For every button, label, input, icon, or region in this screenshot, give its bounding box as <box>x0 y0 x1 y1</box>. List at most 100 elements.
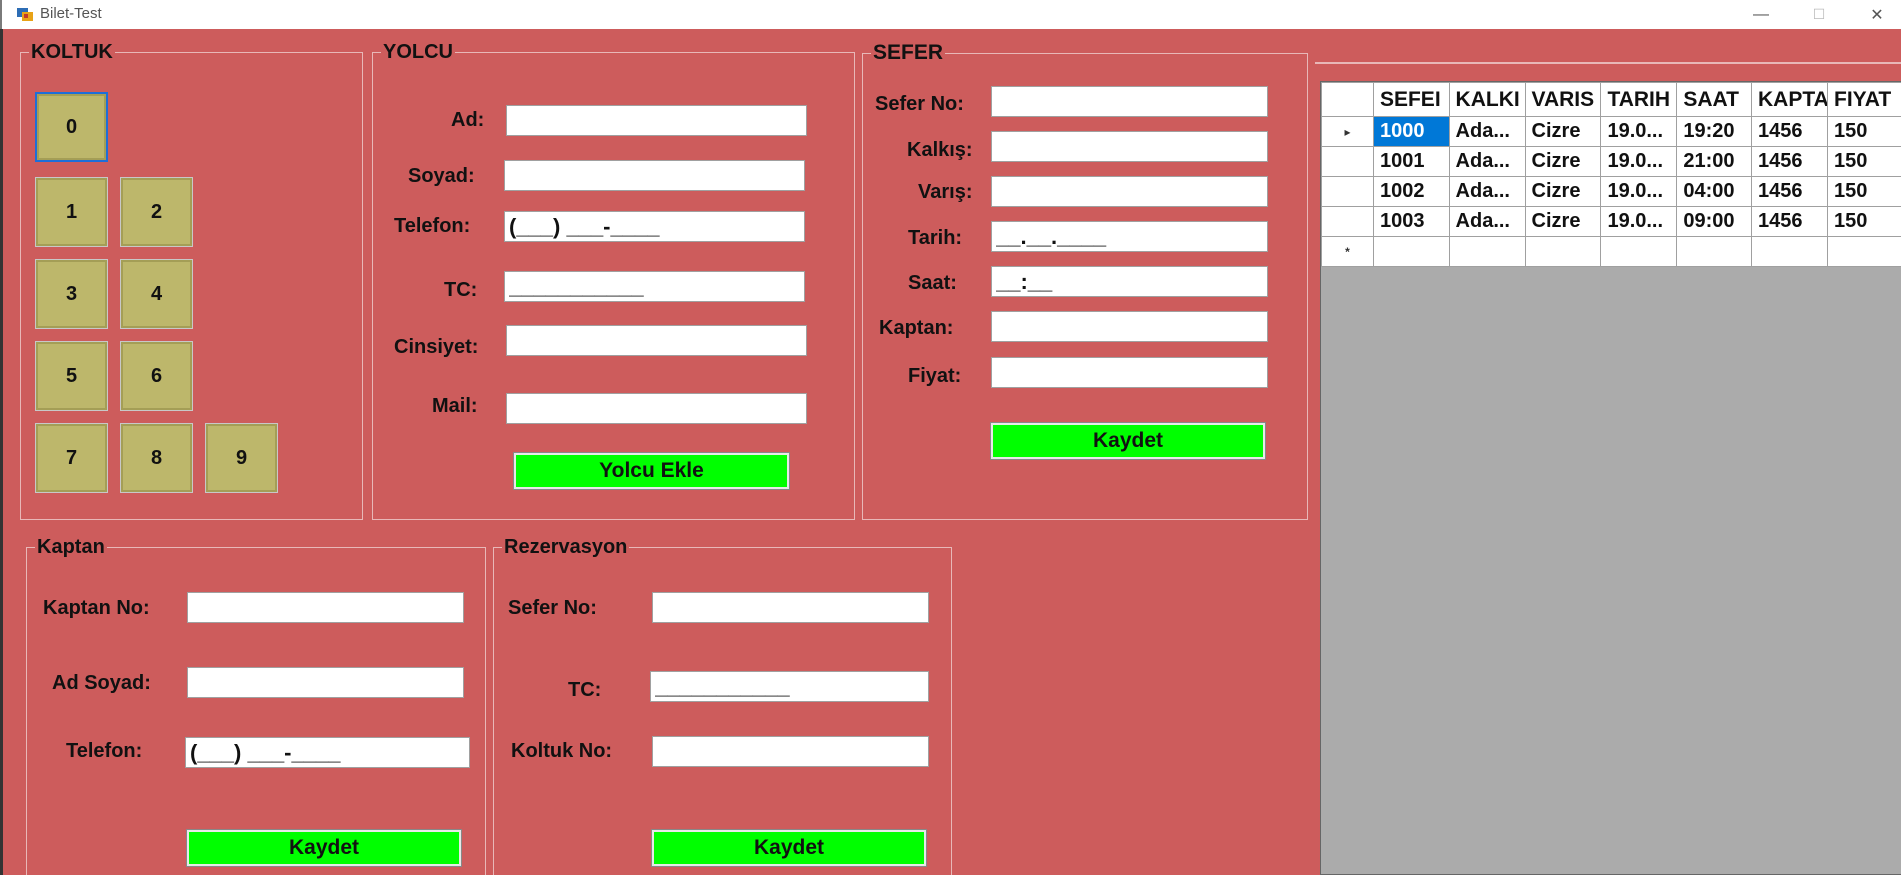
seat-button-9[interactable]: 9 <box>205 423 278 493</box>
seat-button-7[interactable]: 7 <box>35 423 108 493</box>
yolcu-ekle-button[interactable]: Yolcu Ekle <box>514 453 789 489</box>
yolcu-mail-input[interactable] <box>506 393 807 424</box>
table-cell[interactable]: 19.0... <box>1600 206 1678 237</box>
yolcu-ad-input[interactable] <box>506 105 807 136</box>
table-cell[interactable]: 1456 <box>1751 146 1829 177</box>
seat-button-6[interactable]: 6 <box>120 341 193 411</box>
table-cell[interactable]: Ada... <box>1448 116 1526 147</box>
rezervasyon-group-title: Rezervasyon <box>504 536 628 558</box>
close-button[interactable]: ✕ <box>1848 0 1901 29</box>
table-cell[interactable]: 150 <box>1827 176 1901 207</box>
table-cell[interactable] <box>1751 236 1829 267</box>
kaptan-ad-soyad-label: Ad Soyad: <box>52 672 151 694</box>
sefer-no-label: Sefer No: <box>875 93 964 115</box>
yolcu-soyad-label: Soyad: <box>408 165 475 187</box>
table-cell[interactable]: Cizre <box>1524 146 1602 177</box>
table-cell[interactable]: Cizre <box>1524 176 1602 207</box>
table-cell[interactable]: 09:00 <box>1676 206 1753 237</box>
rezervasyon-sefer-no-input[interactable] <box>652 592 929 623</box>
grid-group-frame <box>1315 62 1901 64</box>
table-cell[interactable]: 150 <box>1827 146 1901 177</box>
column-header-kaptan[interactable]: KAPTA <box>1751 82 1829 117</box>
row-header[interactable] <box>1321 206 1374 237</box>
table-cell[interactable]: 1456 <box>1751 116 1829 147</box>
table-cell[interactable]: 1002 <box>1372 176 1450 207</box>
table-cell[interactable]: Ada... <box>1448 146 1526 177</box>
table-cell[interactable]: 19.0... <box>1600 146 1678 177</box>
table-cell[interactable] <box>1448 236 1526 267</box>
rezervasyon-tc-input[interactable] <box>650 671 929 702</box>
table-cell[interactable] <box>1827 236 1901 267</box>
sefer-kaydet-button[interactable]: Kaydet <box>991 423 1265 459</box>
maximize-button[interactable]: ☐ <box>1790 0 1848 29</box>
table-cell[interactable]: 1001 <box>1372 146 1450 177</box>
sefer-tarih-label: Tarih: <box>908 227 963 249</box>
table-cell[interactable]: 1003 <box>1372 206 1450 237</box>
table-cell[interactable] <box>1524 236 1602 267</box>
rezervasyon-koltuk-no-label: Koltuk No: <box>511 740 613 762</box>
seat-button-0[interactable]: 0 <box>35 92 108 162</box>
column-header-fiyat[interactable]: FIYAT <box>1827 82 1901 117</box>
row-header[interactable] <box>1321 146 1374 177</box>
table-cell[interactable]: 19.0... <box>1600 176 1678 207</box>
sefer-varis-input[interactable] <box>991 176 1268 207</box>
table-row[interactable]: 1002 Ada... Cizre 19.0... 04:00 1456 150 <box>1321 176 1901 207</box>
table-cell[interactable]: 19:20 <box>1676 116 1753 147</box>
seat-button-2[interactable]: 2 <box>120 177 193 247</box>
table-cell[interactable]: Ada... <box>1448 206 1526 237</box>
sefer-data-grid[interactable]: SEFEI KALKI VARIS TARIH SAAT KAPTA FIYAT… <box>1320 81 1901 875</box>
rezervasyon-group: Rezervasyon <box>493 536 952 875</box>
window-title: Bilet-Test <box>40 5 102 22</box>
sefer-saat-input[interactable] <box>991 266 1268 297</box>
table-row[interactable]: 1003 Ada... Cizre 19.0... 09:00 1456 150 <box>1321 206 1901 237</box>
seat-button-4[interactable]: 4 <box>120 259 193 329</box>
table-cell[interactable]: 1456 <box>1751 206 1829 237</box>
table-cell[interactable] <box>1372 236 1450 267</box>
table-cell[interactable] <box>1676 236 1753 267</box>
seat-button-1[interactable]: 1 <box>35 177 108 247</box>
sefer-tarih-input[interactable] <box>991 221 1268 252</box>
table-cell[interactable] <box>1600 236 1678 267</box>
table-cell[interactable]: Ada... <box>1448 176 1526 207</box>
yolcu-telefon-input[interactable] <box>504 211 805 242</box>
table-row[interactable]: ▸ 1000 Ada... Cizre 19.0... 19:20 1456 1… <box>1321 116 1901 147</box>
kaptan-kaydet-button[interactable]: Kaydet <box>187 830 461 866</box>
table-cell[interactable]: 21:00 <box>1676 146 1753 177</box>
seat-button-3[interactable]: 3 <box>35 259 108 329</box>
new-row-indicator[interactable]: * <box>1321 236 1374 267</box>
table-header-row: SEFEI KALKI VARIS TARIH SAAT KAPTA FIYAT <box>1321 82 1901 117</box>
table-cell[interactable]: 150 <box>1827 116 1901 147</box>
sefer-no-input[interactable] <box>991 86 1268 117</box>
yolcu-soyad-input[interactable] <box>504 160 805 191</box>
yolcu-tc-input[interactable] <box>504 271 805 302</box>
table-cell[interactable]: 04:00 <box>1676 176 1753 207</box>
table-cell[interactable]: Cizre <box>1524 206 1602 237</box>
column-header-sefer[interactable]: SEFEI <box>1372 82 1450 117</box>
column-header-varis[interactable]: VARIS <box>1524 82 1602 117</box>
table-cell[interactable]: Cizre <box>1524 116 1602 147</box>
rezervasyon-koltuk-no-input[interactable] <box>652 736 929 767</box>
column-header-kalkis[interactable]: KALKI <box>1448 82 1526 117</box>
table-cell[interactable]: 1456 <box>1751 176 1829 207</box>
row-header[interactable] <box>1321 176 1374 207</box>
column-header-saat[interactable]: SAAT <box>1676 82 1753 117</box>
table-cell[interactable]: 150 <box>1827 206 1901 237</box>
kaptan-no-label: Kaptan No: <box>43 597 150 619</box>
yolcu-cinsiyet-input[interactable] <box>506 325 807 356</box>
table-cell[interactable]: 19.0... <box>1600 116 1678 147</box>
minimize-button[interactable]: — <box>1732 0 1790 29</box>
column-header-tarih[interactable]: TARIH <box>1600 82 1678 117</box>
table-row[interactable]: 1001 Ada... Cizre 19.0... 21:00 1456 150 <box>1321 146 1901 177</box>
rezervasyon-kaydet-button[interactable]: Kaydet <box>652 830 926 866</box>
table-cell[interactable]: 1000 <box>1372 116 1450 147</box>
sefer-fiyat-input[interactable] <box>991 357 1268 388</box>
seat-button-5[interactable]: 5 <box>35 341 108 411</box>
seat-button-8[interactable]: 8 <box>120 423 193 493</box>
sefer-kalkis-input[interactable] <box>991 131 1268 162</box>
current-row-indicator[interactable]: ▸ <box>1321 116 1374 147</box>
kaptan-ad-soyad-input[interactable] <box>187 667 464 698</box>
kaptan-no-input[interactable] <box>187 592 464 623</box>
sefer-kaptan-input[interactable] <box>991 311 1268 342</box>
kaptan-telefon-input[interactable] <box>185 737 470 768</box>
new-table-row[interactable]: * <box>1321 236 1901 267</box>
